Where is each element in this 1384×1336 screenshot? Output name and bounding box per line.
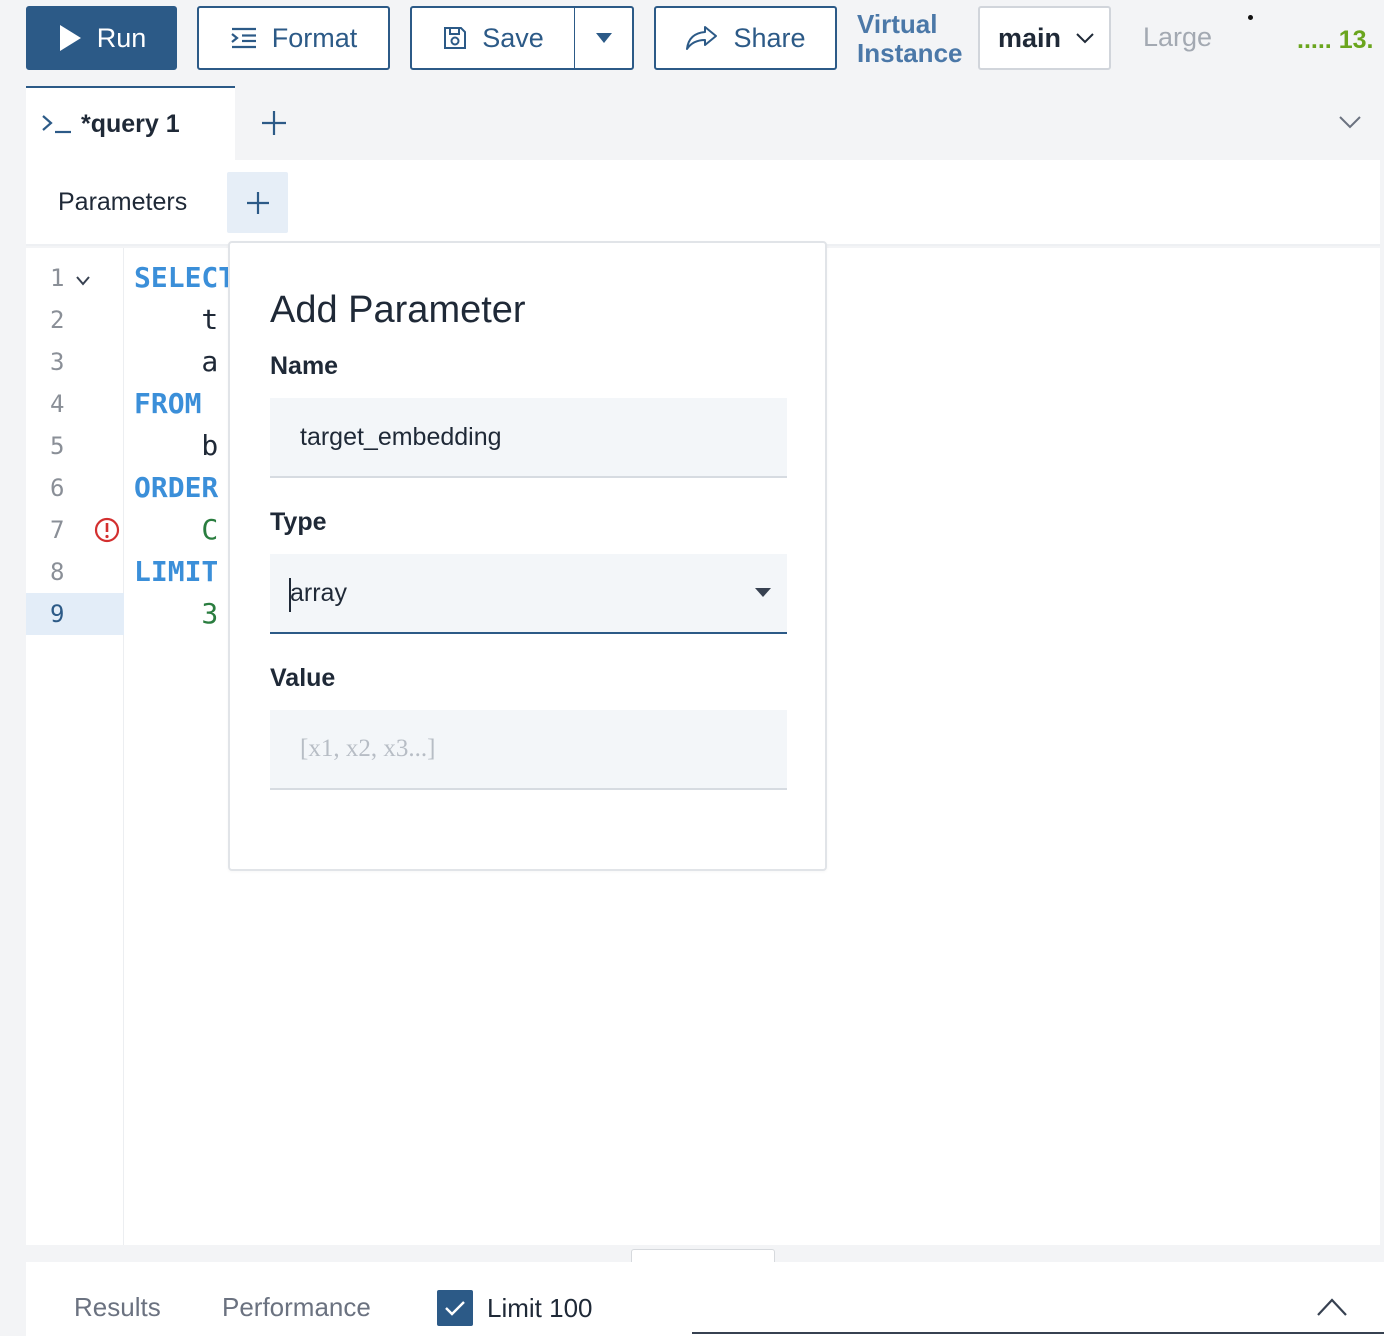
save-label: Save bbox=[482, 22, 544, 53]
code-line: b bbox=[134, 425, 218, 467]
name-value: target_embedding bbox=[300, 422, 502, 451]
parameters-bar: Parameters bbox=[26, 160, 1380, 246]
code-token: 3 bbox=[134, 597, 219, 630]
plus-icon bbox=[246, 191, 269, 214]
version-label: ..... 13. bbox=[1297, 26, 1373, 55]
status-dot bbox=[1248, 15, 1253, 20]
terminal-icon bbox=[42, 115, 71, 134]
line-number: 9 bbox=[26, 593, 124, 635]
instance-size-label: Large bbox=[1143, 22, 1213, 52]
line-number: 2 bbox=[50, 306, 65, 334]
line-number-gutter: 1 2 3 4 5 6 7 8 9 bbox=[26, 248, 124, 1245]
tab-results[interactable]: Results bbox=[74, 1292, 161, 1323]
chevron-up-icon[interactable] bbox=[1316, 1296, 1348, 1318]
limit-label: Limit 100 bbox=[487, 1293, 593, 1323]
line-number: 7 bbox=[50, 516, 65, 544]
code-token: LIMIT bbox=[134, 555, 219, 588]
code-token: C bbox=[134, 513, 219, 546]
name-label: Name bbox=[270, 352, 339, 380]
play-icon bbox=[59, 25, 81, 51]
add-parameter-popover: Add Parameter Name target_embedding Type… bbox=[228, 241, 827, 871]
format-button[interactable]: Format bbox=[197, 6, 390, 70]
caret-down-icon bbox=[595, 33, 612, 43]
text-cursor bbox=[289, 578, 291, 612]
save-dropdown-button[interactable] bbox=[574, 6, 634, 70]
version-dots: ..... bbox=[1297, 26, 1332, 54]
branch-select[interactable]: main bbox=[978, 6, 1111, 70]
code-line: ORDER bbox=[134, 467, 218, 509]
tab-label: *query 1 bbox=[81, 109, 180, 138]
code-line: 3 bbox=[134, 593, 218, 635]
tab-performance[interactable]: Performance bbox=[222, 1292, 371, 1323]
code-token: a bbox=[134, 345, 219, 378]
name-input[interactable]: target_embedding bbox=[270, 398, 787, 478]
virtual-instance-line2: Instance bbox=[857, 38, 963, 68]
type-label: Type bbox=[270, 508, 327, 536]
code-line: t bbox=[134, 299, 218, 341]
virtual-instance-line1: Virtual bbox=[857, 9, 938, 39]
chevron-down-icon bbox=[1076, 33, 1094, 44]
code-token: b bbox=[134, 429, 219, 462]
query-tabs: *query 1 bbox=[26, 86, 1384, 160]
format-label: Format bbox=[271, 22, 358, 53]
type-select[interactable]: array bbox=[270, 554, 787, 634]
code-line: SELECT bbox=[134, 257, 235, 299]
popover-title: Add Parameter bbox=[270, 289, 526, 331]
results-panel: Results Performance Limit 100 bbox=[26, 1262, 1384, 1336]
share-button[interactable]: Share bbox=[654, 6, 837, 70]
chevron-down-icon[interactable] bbox=[1338, 112, 1362, 132]
line-number: 3 bbox=[50, 348, 65, 376]
line-number: 5 bbox=[50, 432, 65, 460]
code-token: FROM bbox=[134, 387, 202, 420]
code-token: SELECT bbox=[134, 261, 236, 294]
parameters-label: Parameters bbox=[58, 188, 188, 216]
line-number: 8 bbox=[50, 558, 65, 586]
type-value: array bbox=[290, 578, 347, 607]
add-tab-icon[interactable] bbox=[259, 108, 289, 138]
checkmark-icon bbox=[445, 1301, 465, 1316]
divider bbox=[692, 1332, 1384, 1334]
value-label: Value bbox=[270, 664, 336, 692]
share-icon bbox=[686, 26, 718, 50]
code-line: FROM bbox=[134, 383, 201, 425]
version-text: 13. bbox=[1338, 26, 1374, 54]
add-parameter-button[interactable] bbox=[227, 172, 288, 233]
format-icon bbox=[231, 27, 256, 49]
save-button[interactable]: Save bbox=[410, 6, 575, 70]
value-input[interactable]: [x1, x2, x3...] bbox=[270, 710, 787, 790]
code-token: ORDER bbox=[134, 471, 219, 504]
share-label: Share bbox=[733, 22, 806, 53]
toolbar: Run Format Save Share Virtual Instance m… bbox=[0, 0, 1384, 86]
run-button[interactable]: Run bbox=[26, 6, 177, 70]
line-number: 6 bbox=[50, 474, 65, 502]
limit-checkbox[interactable] bbox=[437, 1290, 473, 1326]
dropdown-arrow-icon bbox=[755, 588, 771, 597]
run-label: Run bbox=[96, 22, 147, 53]
code-line: LIMIT bbox=[134, 551, 218, 593]
virtual-instance-label: Virtual Instance bbox=[857, 10, 963, 68]
tab-query-1[interactable]: *query 1 bbox=[26, 86, 235, 160]
code-token: t bbox=[134, 303, 219, 336]
line-number: 1 bbox=[50, 264, 65, 292]
branch-value: main bbox=[998, 22, 1062, 53]
line-number: 4 bbox=[50, 390, 65, 418]
save-icon bbox=[444, 27, 467, 49]
code-line: a bbox=[134, 341, 218, 383]
value-placeholder: [x1, x2, x3...] bbox=[300, 735, 436, 762]
